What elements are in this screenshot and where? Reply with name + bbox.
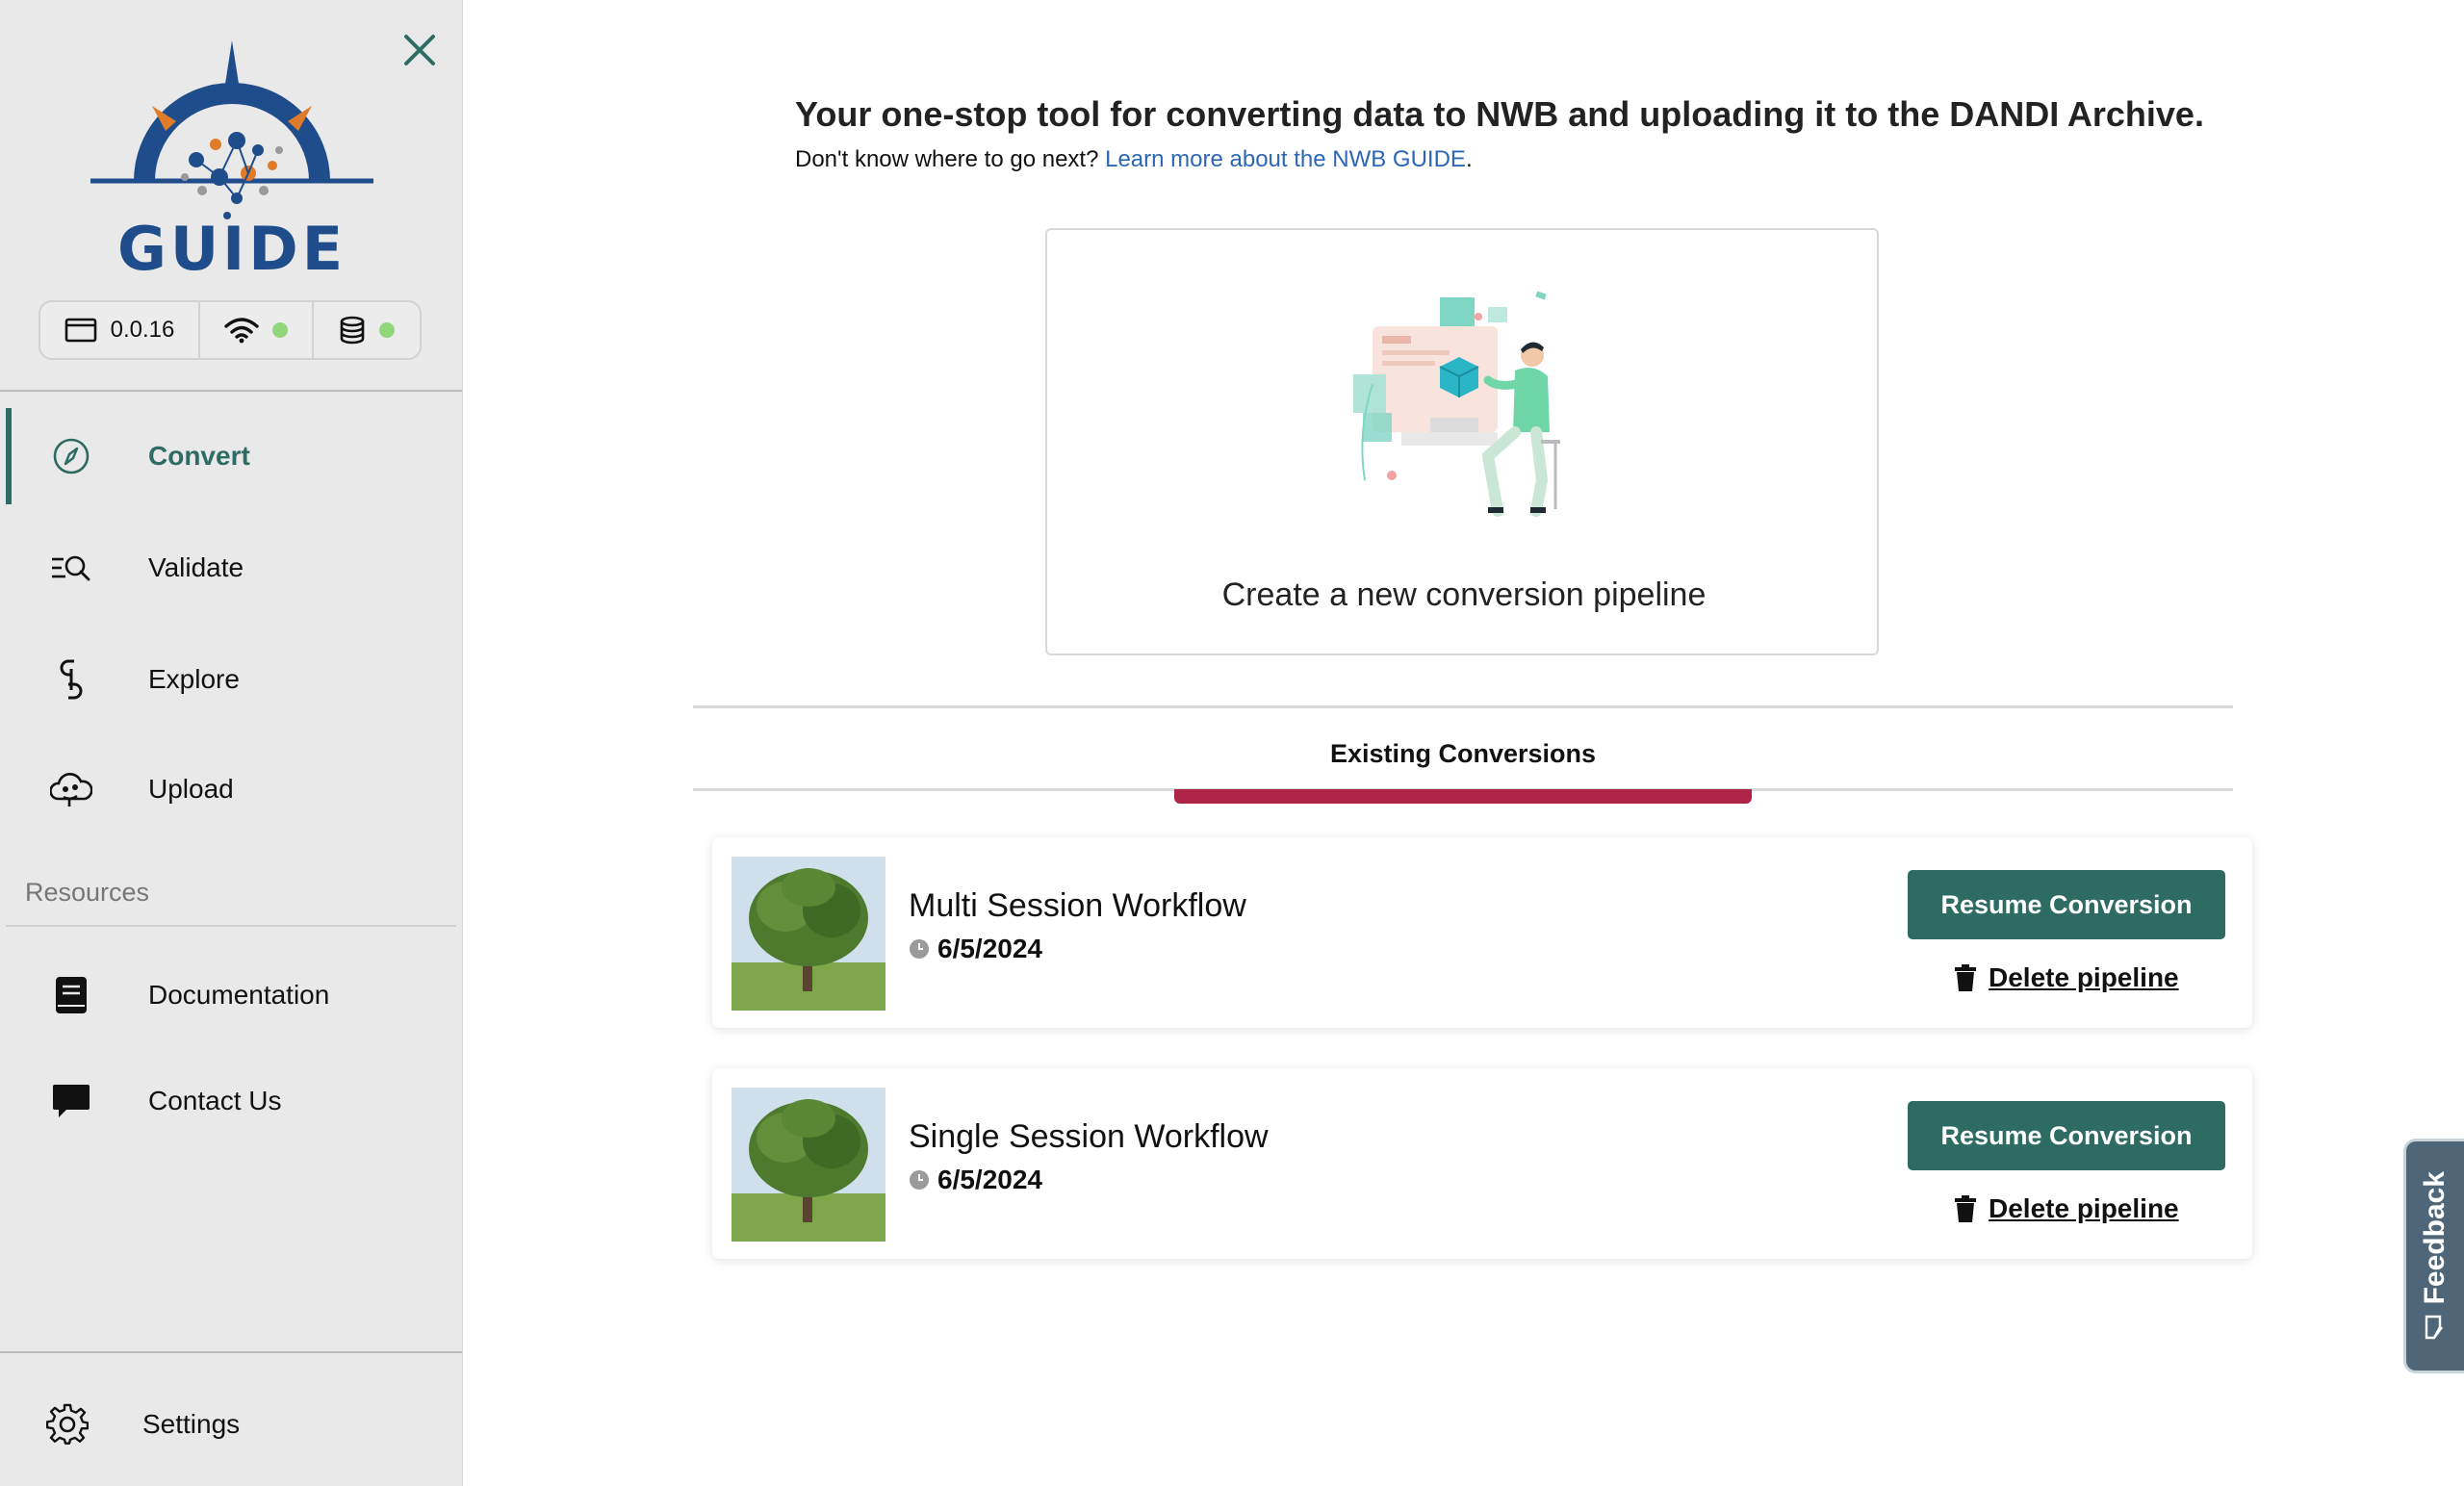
window-icon — [64, 318, 96, 343]
nav-item-convert[interactable]: Convert — [0, 408, 462, 504]
delete-pipeline-label: Delete pipeline — [1989, 962, 2179, 992]
guide-logo: GUIDE — [85, 37, 379, 284]
resume-conversion-button[interactable]: Resume Conversion — [1908, 1101, 2225, 1170]
version-indicator: 0.0.16 — [40, 302, 198, 358]
book-icon — [50, 974, 92, 1016]
nav-label: Documentation — [148, 980, 330, 1010]
close-sidebar-button[interactable] — [398, 29, 441, 71]
page-headline: Your one-stop tool for converting data t… — [795, 94, 2204, 134]
status-bar: 0.0.16 — [38, 300, 422, 360]
close-icon — [404, 35, 435, 65]
tree-thumbnail — [732, 857, 886, 1011]
nav-label: Explore — [148, 664, 240, 694]
nav-label: Upload — [148, 774, 234, 804]
tabs-top-rule — [693, 705, 2233, 708]
search-list-icon — [50, 547, 92, 589]
delete-pipeline-link[interactable]: Delete pipeline — [1954, 962, 2179, 993]
conversion-date: 6/5/2024 — [937, 934, 1042, 963]
wifi-icon — [224, 318, 259, 344]
resources-section-title: Resources — [25, 878, 150, 907]
chat-icon — [50, 1080, 92, 1122]
database-icon — [340, 316, 365, 345]
conversion-title: Multi Session Workflow — [909, 887, 1246, 924]
help-text-prefix: Don't know where to go next? — [795, 146, 1106, 172]
sidebar: GUIDE 0.0.16 Convert Validate Explore Up… — [0, 0, 463, 1486]
nav-item-explore[interactable]: Explore — [0, 631, 462, 728]
nav-item-settings[interactable]: Settings — [0, 1376, 462, 1473]
feedback-label: Feedback — [2419, 1170, 2451, 1305]
nav-label: Contact Us — [148, 1086, 282, 1115]
conversion-date-row: 6/5/2024 — [909, 934, 1042, 964]
conversion-card: Multi Session Workflow 6/5/2024 Resume C… — [712, 837, 2252, 1028]
nav-label: Convert — [148, 441, 250, 471]
link-icon — [50, 658, 92, 701]
network-status-dot — [272, 322, 288, 338]
compass-icon — [50, 435, 92, 477]
help-text: Don't know where to go next? Learn more … — [795, 146, 1473, 173]
nav-item-contact-us[interactable]: Contact Us — [0, 1053, 462, 1149]
delete-pipeline-link[interactable]: Delete pipeline — [1954, 1193, 2179, 1224]
feedback-tab[interactable]: Feedback — [2406, 1141, 2464, 1371]
version-text: 0.0.16 — [110, 317, 175, 343]
nav-item-documentation[interactable]: Documentation — [0, 947, 462, 1043]
tab-existing-conversions[interactable]: Existing Conversions — [1174, 739, 1752, 769]
gear-icon — [46, 1403, 89, 1446]
cloud-upload-icon — [50, 768, 92, 810]
delete-pipeline-label: Delete pipeline — [1989, 1193, 2179, 1223]
trash-icon — [1955, 964, 1976, 991]
resources-divider — [6, 925, 456, 927]
logo-text: GUIDE — [117, 214, 346, 277]
clock-icon — [910, 939, 929, 959]
database-status — [312, 302, 420, 358]
sidebar-divider — [0, 390, 462, 392]
conversion-date: 6/5/2024 — [937, 1165, 1042, 1194]
nav-item-upload[interactable]: Upload — [0, 741, 462, 837]
nav-label: Settings — [142, 1409, 241, 1439]
new-pipeline-card[interactable]: Create a new conversion pipeline — [1045, 228, 1879, 655]
database-status-dot — [379, 322, 395, 338]
help-text-suffix: . — [1465, 146, 1473, 172]
tree-thumbnail — [732, 1088, 886, 1242]
conversion-title: Single Session Workflow — [909, 1118, 1269, 1155]
nav-label: Validate — [148, 552, 244, 582]
sidebar-bottom-divider — [0, 1351, 462, 1353]
edit-note-icon — [2425, 1316, 2443, 1340]
trash-icon — [1955, 1195, 1976, 1222]
resume-conversion-button[interactable]: Resume Conversion — [1908, 870, 2225, 939]
conversion-card: Single Session Workflow 6/5/2024 Resume … — [712, 1068, 2252, 1259]
nav-item-validate[interactable]: Validate — [0, 520, 462, 616]
illustration-person-at-desk — [1344, 288, 1584, 528]
active-tab-indicator — [1174, 789, 1752, 804]
network-status — [198, 302, 312, 358]
clock-icon — [910, 1170, 929, 1190]
learn-more-link[interactable]: Learn more about the NWB GUIDE — [1105, 146, 1466, 172]
conversion-date-row: 6/5/2024 — [909, 1165, 1042, 1195]
new-pipeline-label: Create a new conversion pipeline — [1221, 576, 1707, 613]
